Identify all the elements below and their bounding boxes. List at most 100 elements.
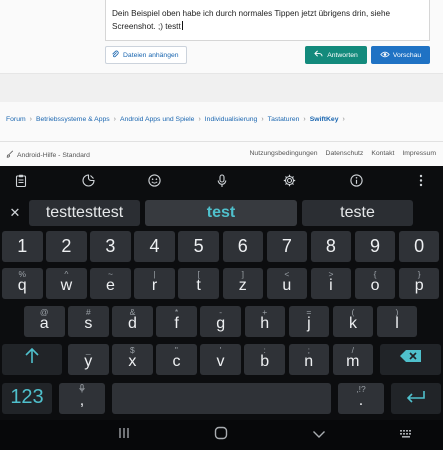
key-label: h	[260, 315, 270, 332]
enter-key[interactable]	[391, 383, 441, 414]
footer-link-imprint[interactable]: Impressum	[402, 150, 436, 157]
key-label: q	[17, 277, 27, 294]
key-label: 4	[149, 236, 160, 256]
settings-icon[interactable]	[282, 174, 296, 188]
key-r[interactable]: | r	[134, 268, 175, 299]
key-a[interactable]: @ a	[24, 306, 65, 337]
key-e[interactable]: ~ e	[90, 268, 131, 299]
divider	[0, 141, 443, 142]
key-l[interactable]: ) l	[376, 306, 418, 337]
key-label: a	[39, 315, 49, 332]
breadcrumb-item-swiftkey[interactable]: SwiftKey	[310, 116, 339, 123]
key-w[interactable]: ^ w	[46, 268, 87, 299]
footer-link-privacy[interactable]: Datenschutz	[326, 150, 364, 157]
key-g[interactable]: -g	[200, 306, 241, 337]
breadcrumb-item-customization[interactable]: Individualisierung	[205, 116, 258, 123]
key-label: k	[348, 315, 357, 332]
back-icon[interactable]	[309, 426, 329, 443]
comma-key[interactable]: ,	[59, 383, 105, 414]
key-v[interactable]: ' v	[200, 344, 241, 375]
preview-button[interactable]: Vorschau	[371, 46, 430, 64]
backspace-icon	[380, 349, 441, 368]
space-key[interactable]	[112, 383, 331, 414]
sticker-icon[interactable]	[81, 174, 95, 188]
footer-link-contact[interactable]: Kontakt	[371, 150, 394, 157]
attach-files-button[interactable]: Dateien anhängen	[105, 46, 187, 64]
key-q[interactable]: % q	[2, 268, 43, 299]
footer-link-terms[interactable]: Nutzungsbedingungen	[250, 150, 318, 157]
key-6[interactable]: 6	[222, 231, 263, 262]
key-7[interactable]: 7	[266, 231, 308, 262]
key-0[interactable]: 0	[398, 231, 440, 262]
key-label: u	[282, 277, 292, 294]
breadcrumb-item-keyboards[interactable]: Tastaturen	[268, 116, 300, 123]
numbers-key[interactable]: 123	[2, 383, 52, 414]
key-label: l	[395, 315, 399, 332]
editor-text[interactable]: Dein Beispiel oben habe ich durch normal…	[112, 7, 426, 33]
key-5[interactable]: 5	[178, 231, 219, 262]
reply-editor[interactable]: Dein Beispiel oben habe ich durch normal…	[105, 0, 430, 41]
key-h[interactable]: + h	[244, 306, 285, 337]
system-navigation-bar	[0, 420, 443, 450]
home-icon[interactable]	[211, 426, 231, 444]
breadcrumb-item-android-apps[interactable]: Android Apps und Spiele	[120, 116, 194, 123]
keyboard-switch-icon[interactable]	[396, 426, 416, 443]
info-icon[interactable]	[349, 174, 363, 188]
breadcrumb-item-forum[interactable]: Forum	[6, 116, 26, 123]
key-label: 1	[17, 236, 28, 256]
key-b[interactable]: :b	[244, 344, 285, 375]
clipboard-icon[interactable]	[14, 174, 28, 188]
key-m[interactable]: / m	[332, 344, 374, 375]
microphone-icon[interactable]	[215, 174, 229, 188]
breadcrumb-item-os-apps[interactable]: Betriebssysteme & Apps	[36, 116, 110, 123]
key-j[interactable]: = j	[288, 306, 330, 337]
footer-links: Nutzungsbedingungen Datenschutz Kontakt …	[250, 150, 437, 157]
style-chooser[interactable]: Android-Hilfe - Standard	[6, 150, 90, 160]
comma-label: ,	[79, 392, 85, 409]
key-p[interactable]: } p	[398, 268, 440, 299]
key-s[interactable]: # s	[68, 306, 109, 337]
key-label: c	[172, 353, 181, 370]
backspace-key[interactable]	[380, 344, 441, 375]
key-c[interactable]: " c	[156, 344, 197, 375]
close-suggestions-icon[interactable]: ✕	[7, 203, 23, 223]
key-z[interactable]: ] z	[222, 268, 263, 299]
shift-key[interactable]	[2, 344, 62, 375]
paint-brush-icon	[6, 150, 14, 160]
key-label: 2	[61, 236, 72, 256]
key-8[interactable]: 8	[310, 231, 352, 262]
recent-apps-icon[interactable]	[114, 426, 134, 443]
key-9[interactable]: 9	[354, 231, 396, 262]
key-k[interactable]: (k	[332, 306, 374, 337]
period-key[interactable]: ,!? .	[338, 383, 384, 414]
key-o[interactable]: {o	[354, 268, 396, 299]
key-label: 9	[370, 236, 381, 256]
key-label: f	[174, 315, 179, 332]
preview-label: Vorschau	[392, 51, 422, 59]
paperclip-icon	[111, 50, 119, 60]
suggestion-center[interactable]: test	[145, 200, 297, 226]
swiftkey-keyboard: ✕ testtesttest test teste 1 2 3 4 5 6 7 8 9 0% q ^ w…	[0, 166, 443, 450]
suggestion-left[interactable]: testtesttest	[29, 200, 140, 226]
key-n[interactable]: ; n	[288, 344, 329, 375]
key-i[interactable]: > i	[310, 268, 352, 299]
key-label: b	[260, 353, 270, 370]
key-d[interactable]: & d	[112, 306, 153, 337]
chevron-right-icon: ›	[29, 116, 32, 123]
key-label: 6	[237, 236, 248, 256]
key-3[interactable]: 3	[90, 231, 131, 262]
key-x[interactable]: $ x	[112, 344, 153, 375]
reply-button[interactable]: Antworten	[305, 46, 367, 64]
key-y[interactable]: _ y	[68, 344, 109, 375]
key-4[interactable]: 4	[134, 231, 175, 262]
key-t[interactable]: [t	[178, 268, 219, 299]
more-icon[interactable]	[414, 174, 428, 188]
key-label: n	[304, 353, 314, 370]
emoji-icon[interactable]	[147, 174, 161, 188]
key-f[interactable]: * f	[156, 306, 197, 337]
key-2[interactable]: 2	[46, 231, 87, 262]
suggestion-right[interactable]: teste	[302, 200, 413, 226]
key-label: 8	[325, 236, 336, 256]
key-1[interactable]: 1	[2, 231, 43, 262]
key-u[interactable]: < u	[266, 268, 308, 299]
